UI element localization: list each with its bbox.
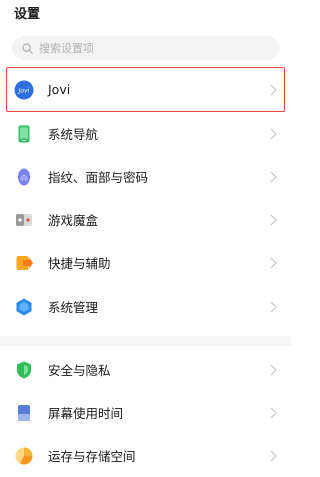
settings-item-system-management[interactable]: 系统管理 [0, 285, 291, 328]
settings-item-security-privacy[interactable]: 安全与隐私 [0, 348, 291, 391]
settings-item-label: 安全与隐私 [48, 363, 111, 378]
game-box-icon [14, 210, 34, 230]
page-title: 设置 [14, 7, 41, 22]
chevron-right-icon [270, 364, 277, 376]
settings-item-label: 指纹、面部与密码 [48, 170, 149, 185]
settings-item-game-box[interactable]: 游戏魔盒 [0, 198, 291, 241]
fingerprint-icon [14, 167, 34, 187]
settings-item-label: 运存与存储空间 [48, 449, 136, 464]
chevron-right-icon [270, 450, 277, 462]
settings-item-memory-storage[interactable]: 运存与存储空间 [0, 434, 291, 477]
search-placeholder: 搜索设置项 [39, 42, 94, 55]
settings-item-label: 系统导航 [48, 127, 99, 142]
settings-item-shortcut-assist[interactable]: 快捷与辅助 [0, 241, 291, 284]
chevron-right-icon [270, 171, 277, 183]
section-divider [0, 336, 291, 346]
system-management-icon [14, 297, 34, 317]
screen-time-icon [14, 403, 34, 423]
shield-icon [14, 360, 34, 380]
settings-item-screen-time[interactable]: 屏幕使用时间 [0, 391, 291, 434]
settings-item-label: 游戏魔盒 [48, 213, 99, 228]
settings-item-label: 屏幕使用时间 [48, 406, 124, 421]
shortcut-icon [14, 253, 34, 273]
selection-highlight [6, 67, 285, 112]
chevron-right-icon [270, 407, 277, 419]
chevron-right-icon [270, 214, 277, 226]
chevron-right-icon [270, 128, 277, 140]
settings-item-fingerprint-face-password[interactable]: 指纹、面部与密码 [0, 155, 291, 198]
search-icon [22, 42, 33, 54]
settings-item-system-navigation[interactable]: 系统导航 [0, 112, 291, 155]
settings-item-label: 快捷与辅助 [48, 256, 111, 271]
chevron-right-icon [270, 257, 277, 269]
phone-navigation-icon [14, 124, 34, 144]
chevron-right-icon [270, 301, 277, 313]
storage-icon [14, 446, 34, 466]
search-input[interactable]: 搜索设置项 [12, 36, 279, 60]
settings-item-label: 系统管理 [48, 300, 99, 315]
